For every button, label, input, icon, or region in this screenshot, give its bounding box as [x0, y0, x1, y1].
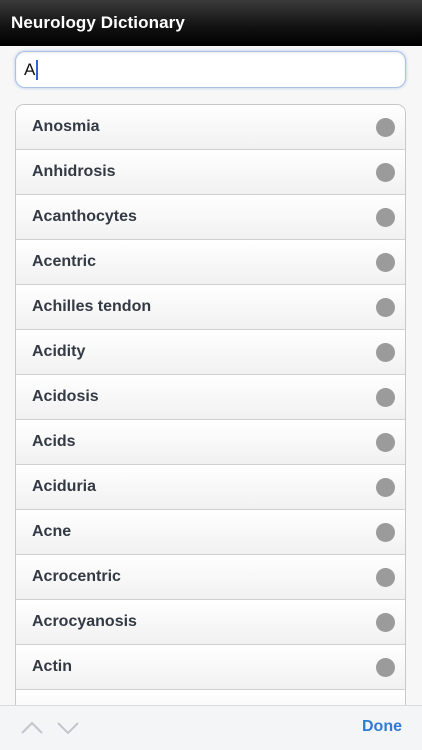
- status-dot-icon: [376, 387, 395, 407]
- search-input-value: A: [24, 59, 36, 79]
- list-item[interactable]: Acne: [16, 510, 405, 555]
- chevron-down-icon[interactable]: [56, 720, 80, 736]
- chevron-up-icon[interactable]: [20, 720, 44, 736]
- list-item[interactable]: Aciduria: [16, 465, 405, 510]
- search-input[interactable]: A: [15, 51, 406, 88]
- list-item[interactable]: Acids: [16, 420, 405, 465]
- list-item[interactable]: Acentric: [16, 240, 405, 285]
- list-item[interactable]: Acrocentric: [16, 555, 405, 600]
- status-dot-icon: [376, 612, 395, 632]
- status-dot-icon: [376, 342, 395, 362]
- list-item-label: Acidity: [32, 343, 86, 360]
- status-dot-icon: [376, 657, 395, 677]
- results-list[interactable]: Anosmia Anhidrosis Acanthocytes Acentric…: [15, 104, 406, 724]
- list-item-label: Acentric: [32, 253, 97, 270]
- list-item[interactable]: Anhidrosis: [16, 150, 405, 195]
- list-item[interactable]: Achilles tendon: [16, 285, 405, 330]
- list-item-label: Acrocentric: [32, 568, 121, 585]
- list-item[interactable]: Acrocyanosis: [16, 600, 405, 645]
- list-item-label: Acanthocytes: [32, 208, 137, 225]
- status-dot-icon: [376, 522, 395, 542]
- status-dot-icon: [376, 297, 395, 317]
- list-item[interactable]: Acidity: [16, 330, 405, 375]
- list-item[interactable]: Anosmia: [16, 105, 405, 150]
- list-item[interactable]: Acidosis: [16, 375, 405, 420]
- list-item[interactable]: Acanthocytes: [16, 195, 405, 240]
- page-title: Neurology Dictionary: [11, 13, 185, 32]
- list-item-label: Aciduria: [32, 478, 97, 495]
- list-item-label: Anosmia: [32, 118, 100, 135]
- status-dot-icon: [376, 252, 395, 272]
- list-item-label: Achilles tendon: [32, 298, 152, 315]
- status-dot-icon: [376, 477, 395, 497]
- keyboard-toolbar: Done: [0, 705, 422, 750]
- list-item-label: Acrocyanosis: [32, 613, 137, 630]
- list-item-label: Acidosis: [32, 388, 99, 405]
- status-dot-icon: [376, 117, 395, 137]
- list-item[interactable]: Actin: [16, 645, 405, 690]
- status-dot-icon: [376, 432, 395, 452]
- list-item-label: Actin: [32, 658, 72, 675]
- status-dot-icon: [376, 567, 395, 587]
- list-item-label: Acids: [32, 433, 76, 450]
- status-dot-icon: [376, 207, 395, 227]
- list-item-label: Anhidrosis: [32, 163, 116, 180]
- list-item-label: Acne: [32, 523, 72, 540]
- done-button[interactable]: Done: [362, 718, 402, 736]
- title-bar: Neurology Dictionary: [0, 0, 422, 46]
- text-caret: [36, 59, 39, 80]
- status-dot-icon: [376, 162, 395, 182]
